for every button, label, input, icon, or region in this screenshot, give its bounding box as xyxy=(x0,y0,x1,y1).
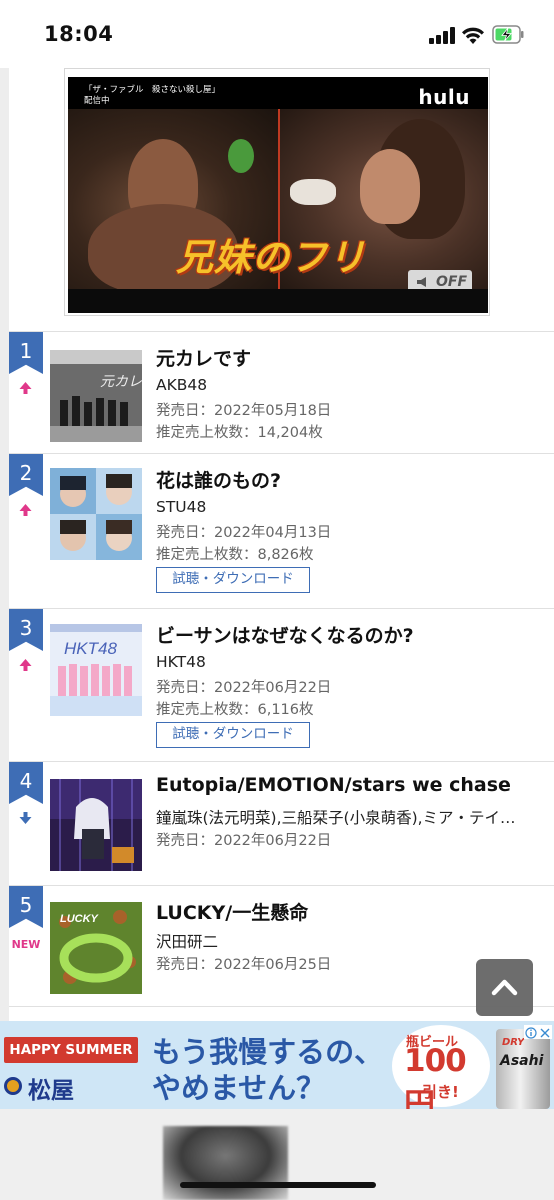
ad-info-close-icon xyxy=(525,1027,550,1039)
can-label-maker: Asahi xyxy=(500,1053,544,1069)
speaker-icon xyxy=(417,277,426,287)
can-label-dry: DRY xyxy=(502,1037,525,1048)
artist-name: 鐘嵐珠(法元明菜),三船栞子(小泉萌香),ミア・テイラー(内田秀) xyxy=(156,809,516,827)
ranking-item-4[interactable]: 4 Eutopia/EMOTION/stars we chase 鐘嵐珠(法元明… xyxy=(9,761,554,885)
rank-badge: 1 xyxy=(9,332,43,374)
trend-up-icon xyxy=(19,382,32,394)
video-bottom-bar xyxy=(68,289,488,313)
release-date: 発売日：2022年06月25日 xyxy=(156,957,332,973)
hulu-logo: hulu xyxy=(418,85,470,109)
wifi-icon xyxy=(462,27,484,44)
song-title[interactable]: Eutopia/EMOTION/stars we chase xyxy=(156,774,511,796)
rank-badge: 2 xyxy=(9,454,43,496)
mute-label: OFF xyxy=(436,274,468,289)
store-logo: 松屋 xyxy=(4,1071,74,1105)
ad-choices-close-button[interactable] xyxy=(524,1025,552,1039)
song-title[interactable]: LUCKY/一生懸命 xyxy=(156,898,308,925)
song-title[interactable]: ビーサンはなぜなくなるのか? xyxy=(156,621,414,648)
album-cover[interactable]: HKT48 xyxy=(50,624,142,716)
bottom-content-image xyxy=(163,1126,288,1200)
album-cover[interactable] xyxy=(50,468,142,560)
sale-badge-bottom: 引き! xyxy=(422,1083,459,1101)
home-indicator[interactable] xyxy=(180,1182,376,1188)
banner-ad[interactable]: HAPPY SUMMER 松屋 もう我慢するの、 やめません？ 瓶ビール 100… xyxy=(0,1021,554,1109)
page-content: 「ザ・ファブル 殺さない殺し屋」 配信中 hulu 兄妹のフリ OFF 1 元カ… xyxy=(0,68,554,1200)
album-cover[interactable]: LUCKY xyxy=(50,902,142,994)
scroll-to-top-button[interactable] xyxy=(476,959,533,1016)
listen-download-button[interactable]: 試聴・ダウンロード xyxy=(156,722,310,748)
estimated-sales: 推定売上枚数：8,826枚 xyxy=(156,547,314,563)
actress-face xyxy=(360,149,420,224)
artist-name: 沢田研二 xyxy=(156,933,219,951)
album-cover[interactable]: 元カレです xyxy=(50,350,142,442)
video-caption: 「ザ・ファブル 殺さない殺し屋」 配信中 xyxy=(84,85,220,107)
estimated-sales: 推定売上枚数：14,204枚 xyxy=(156,425,323,441)
rank-badge: 4 xyxy=(9,762,43,804)
release-date: 発売日：2022年06月22日 xyxy=(156,680,332,696)
artist-name: AKB48 xyxy=(156,376,208,394)
video-caption-line2: 配信中 xyxy=(84,96,110,106)
status-bar: 18:04 xyxy=(0,0,554,68)
parrot-figure xyxy=(228,139,254,173)
artist-name: HKT48 xyxy=(156,653,206,671)
svg-text:LUCKY: LUCKY xyxy=(60,913,100,925)
mute-toggle-button[interactable]: OFF xyxy=(408,270,472,289)
ranking-item-5[interactable]: 5 NEW LUCKY LUCKY/一生懸命 沢田研二 発売日：2022年06月… xyxy=(9,885,554,1007)
new-entry-label: NEW xyxy=(11,938,41,951)
svg-text:HKT48: HKT48 xyxy=(64,639,117,658)
release-date: 発売日：2022年06月22日 xyxy=(156,833,332,849)
bowl-figure xyxy=(290,179,336,205)
release-date: 発売日：2022年04月13日 xyxy=(156,525,332,541)
svg-text:元カレです: 元カレです xyxy=(100,374,142,390)
song-title[interactable]: 花は誰のもの? xyxy=(156,466,281,493)
store-name: 松屋 xyxy=(28,1078,74,1104)
video-caption-line1: 「ザ・ファブル 殺さない殺し屋」 xyxy=(84,85,221,95)
rank-badge: 3 xyxy=(9,609,43,651)
song-title[interactable]: 元カレです xyxy=(156,344,251,371)
video-ad[interactable]: 「ザ・ファブル 殺さない殺し屋」 配信中 hulu 兄妹のフリ OFF xyxy=(64,68,490,316)
chevron-up-icon xyxy=(491,979,518,996)
release-date: 発売日：2022年05月18日 xyxy=(156,403,332,419)
ranking-item-2[interactable]: 2 花は誰のもの? STU48 発売日：2022年04月13日 推定売上枚数：8… xyxy=(9,453,554,608)
estimated-sales: 推定売上枚数：6,116枚 xyxy=(156,702,314,718)
ranking-item-1[interactable]: 1 元カレです 元カレです AKB48 発売日：2022年05月18日 推定売上… xyxy=(9,331,554,453)
ranking-item-3[interactable]: 3 HKT48 ビーサンはなぜなくなるのか? HKT48 発売日：2022年06… xyxy=(9,608,554,761)
left-gutter xyxy=(0,68,9,1108)
cellular-signal-icon xyxy=(429,27,455,44)
trend-down-icon xyxy=(19,812,32,824)
sale-badge: 瓶ビール 100円 引き! xyxy=(392,1025,490,1109)
artist-name: STU48 xyxy=(156,498,207,516)
video-overlay-text: 兄妹のフリ xyxy=(176,236,366,279)
video-player[interactable]: 「ザ・ファブル 殺さない殺し屋」 配信中 hulu 兄妹のフリ OFF xyxy=(68,77,488,289)
trend-up-icon xyxy=(19,504,32,516)
battery-charging-icon xyxy=(492,25,524,44)
status-time: 18:04 xyxy=(44,22,114,46)
video-topbar: 「ザ・ファブル 殺さない殺し屋」 配信中 hulu xyxy=(68,77,488,109)
banner-headline-2: やめません？ xyxy=(152,1071,326,1105)
rank-badge: 5 xyxy=(9,886,43,928)
store-logo-mark xyxy=(4,1077,22,1095)
beer-can-image: DRY Asahi xyxy=(496,1029,550,1109)
trend-up-icon xyxy=(19,659,32,671)
listen-download-button[interactable]: 試聴・ダウンロード xyxy=(156,567,310,593)
banner-happy-label: HAPPY SUMMER xyxy=(4,1037,138,1063)
album-cover[interactable] xyxy=(50,779,142,871)
